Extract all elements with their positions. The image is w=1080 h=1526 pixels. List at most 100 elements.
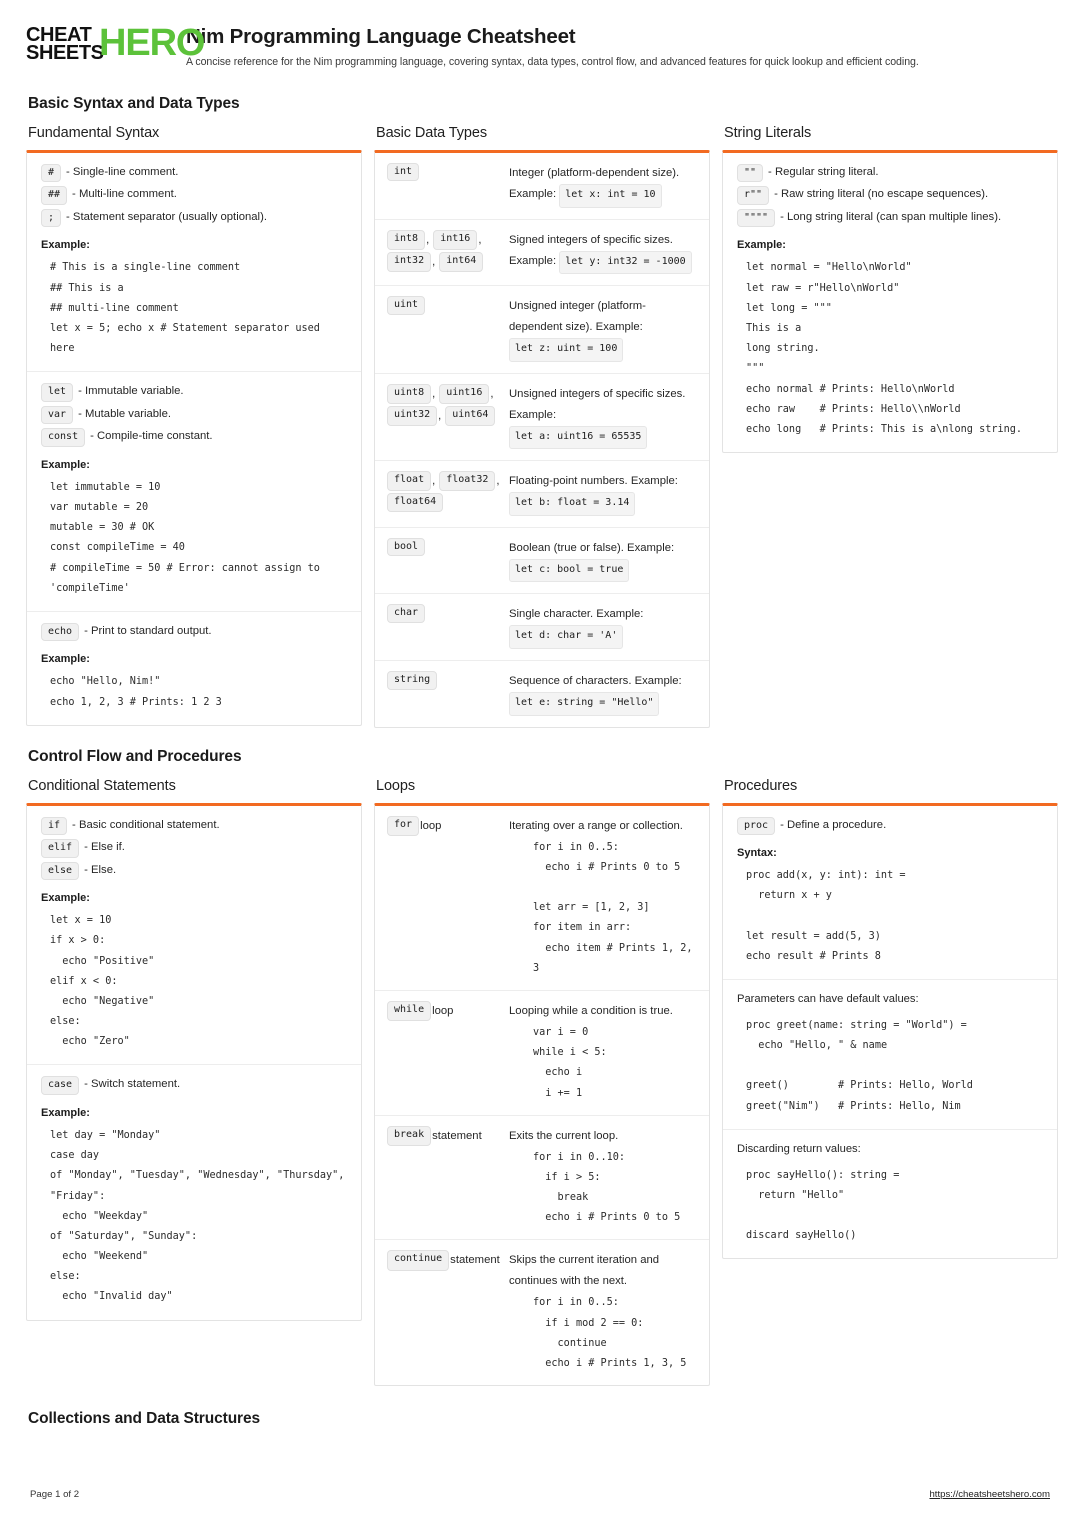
table-row: float, float32, float64 Floating-point n…: [375, 461, 709, 528]
type-name-cell: int: [387, 162, 503, 208]
type-desc-cell: Single character. Example: let d: char =…: [509, 604, 697, 650]
card-title-loops: Loops: [376, 777, 416, 794]
card-title-conditional: Conditional Statements: [28, 777, 176, 794]
type-name-cell: uint8, uint16, uint32, uint64: [387, 383, 503, 450]
code-example: # This is a single-line comment ## This …: [50, 262, 320, 355]
type-name-cell: bool: [387, 537, 503, 583]
section-title-basic: Basic Syntax and Data Types: [28, 94, 240, 112]
def-line: elif - Else if.: [41, 839, 347, 858]
code-chip: string: [387, 671, 438, 690]
code-chip: else: [41, 861, 80, 881]
type-description: Boolean (true or false). Example:: [509, 541, 675, 554]
type-description: Floating-point numbers. Example:: [509, 475, 678, 488]
column-conditional-statements: Conditional Statements if - Basic condit…: [26, 778, 362, 1321]
code-chip: int16: [433, 229, 478, 250]
code-chip: uint8: [387, 383, 432, 404]
code-chip: int8: [387, 229, 426, 250]
card-procedures: proc - Define a procedure. Syntax: proc …: [722, 802, 1058, 1260]
def-line: let - Immutable variable.: [41, 383, 347, 402]
def-line: var - Mutable variable.: [41, 405, 347, 425]
comma-separator: ,: [478, 233, 482, 246]
card-title-string-literals: String Literals: [724, 124, 812, 141]
code-example: proc sayHello(): string = return "Hello"…: [746, 1169, 900, 1242]
def-text: - Immutable variable.: [78, 385, 184, 398]
code-chip: float64: [387, 493, 444, 512]
type-name-cell: uint: [387, 296, 503, 362]
code-chip: let: [41, 383, 74, 402]
table-row: char Single character. Example: let d: c…: [375, 594, 709, 662]
page-footer: Page 1 of 2 https://cheatsheetshero.com: [30, 1489, 1050, 1500]
type-description: Single character. Example:: [509, 608, 644, 621]
section-control-columns: Conditional Statements if - Basic condit…: [26, 777, 1058, 1387]
block-proc-discard: Discarding return values: proc sayHello(…: [723, 1130, 1057, 1259]
code-chip: int32: [387, 251, 432, 272]
example-label: Example:: [41, 1106, 90, 1119]
logo-hero-text: HERO: [99, 22, 205, 64]
code-example: let day = "Monday" case day of "Monday",…: [50, 1129, 345, 1303]
loop-kind-label: loop: [432, 1004, 454, 1017]
code-chip: bool: [387, 537, 426, 557]
inline-code: let z: uint = 100: [509, 338, 624, 362]
type-name-cell: char: [387, 604, 503, 649]
example-label: Example:: [41, 239, 90, 252]
comma-separator: ,: [432, 255, 436, 268]
inline-code: let d: char = 'A': [509, 625, 624, 650]
section-title-control-flow: Control Flow and Procedures: [28, 747, 242, 765]
page-subtitle: A concise reference for the Nim programm…: [186, 55, 919, 68]
block-variables: let - Immutable variable. var - Mutable …: [27, 372, 361, 612]
code-chip: float32: [439, 471, 496, 492]
loop-desc-cell: Skips the current iteration and continue…: [509, 1250, 697, 1374]
inline-code: let y: int32 = -1000: [559, 250, 692, 275]
table-row: continue statement Skips the current ite…: [375, 1240, 709, 1385]
comma-separator: ,: [426, 233, 430, 246]
example-label: Example:: [41, 458, 90, 471]
def-line: ; - Statement separator (usually optiona…: [41, 208, 347, 228]
def-text: - Else if.: [84, 841, 125, 854]
inline-code: let a: uint16 = 65535: [509, 425, 648, 450]
table-row: bool Boolean (true or false). Example: l…: [375, 528, 709, 595]
example-label: Example:: [41, 653, 90, 666]
loop-name-cell: break statement: [387, 1125, 503, 1229]
site-url-link[interactable]: https://cheatsheetshero.com: [929, 1489, 1050, 1500]
code-chip: continue: [387, 1250, 450, 1271]
logo: CHEAT SHEETS HERO: [26, 22, 205, 65]
code-chip: char: [387, 604, 426, 623]
def-text: - Compile-time constant.: [90, 430, 213, 443]
def-line: # - Single-line comment.: [41, 163, 347, 183]
block-string-literals: "" - Regular string literal. r"" - Raw s…: [723, 153, 1057, 452]
comma-separator: ,: [438, 409, 442, 422]
code-chip: "": [737, 163, 764, 183]
syntax-label: Syntax:: [737, 847, 777, 860]
loop-kind-label: statement: [450, 1254, 500, 1267]
inline-code: let e: string = "Hello": [509, 692, 660, 716]
loop-kind-label: statement: [432, 1129, 482, 1142]
type-desc-cell: Boolean (true or false). Example: let c:…: [509, 538, 697, 583]
def-line: ## - Multi-line comment.: [41, 186, 347, 205]
code-chip: var: [41, 405, 74, 425]
code-example: let x = 10 if x > 0: echo "Positive" eli…: [50, 915, 155, 1048]
table-row: uint Unsigned integer (platform-dependen…: [375, 286, 709, 374]
card-title-fundamental-syntax: Fundamental Syntax: [28, 124, 160, 141]
cheatsheet-page: CHEAT SHEETS HERO Nim Programming Langua…: [0, 0, 1080, 1526]
type-name-cell: int8, int16, int32, int64: [387, 229, 503, 275]
code-chip: elif: [41, 839, 80, 858]
section-title-collections: Collections and Data Structures: [28, 1410, 261, 1428]
code-example: var i = 0 while i < 5: echo i i += 1: [533, 1026, 607, 1099]
code-example: for i in 0..10: if i > 5: break echo i #…: [533, 1151, 681, 1224]
code-chip: proc: [737, 816, 776, 836]
block-case: case - Switch statement. Example: let da…: [27, 1065, 361, 1319]
type-desc-cell: Integer (platform-dependent size). Examp…: [509, 163, 697, 208]
card-title-procedures: Procedures: [724, 777, 798, 794]
discard-note: Discarding return values:: [737, 1142, 861, 1155]
column-fundamental-syntax: Fundamental Syntax # - Single-line comme…: [26, 125, 362, 726]
code-chip: uint64: [445, 405, 496, 427]
code-example: let immutable = 10 var mutable = 20 muta…: [50, 481, 320, 594]
block-if-elif-else: if - Basic conditional statement. elif -…: [27, 806, 361, 1066]
code-chip: """": [737, 208, 776, 228]
inline-code: let x: int = 10: [559, 183, 662, 208]
code-example: proc greet(name: string = "World") = ech…: [746, 1019, 973, 1112]
logo-sheets-text: SHEETS: [26, 42, 104, 65]
def-text: - Basic conditional statement.: [72, 818, 220, 831]
card-string-literals: "" - Regular string literal. r"" - Raw s…: [722, 149, 1058, 454]
table-row: int Integer (platform-dependent size). E…: [375, 153, 709, 220]
